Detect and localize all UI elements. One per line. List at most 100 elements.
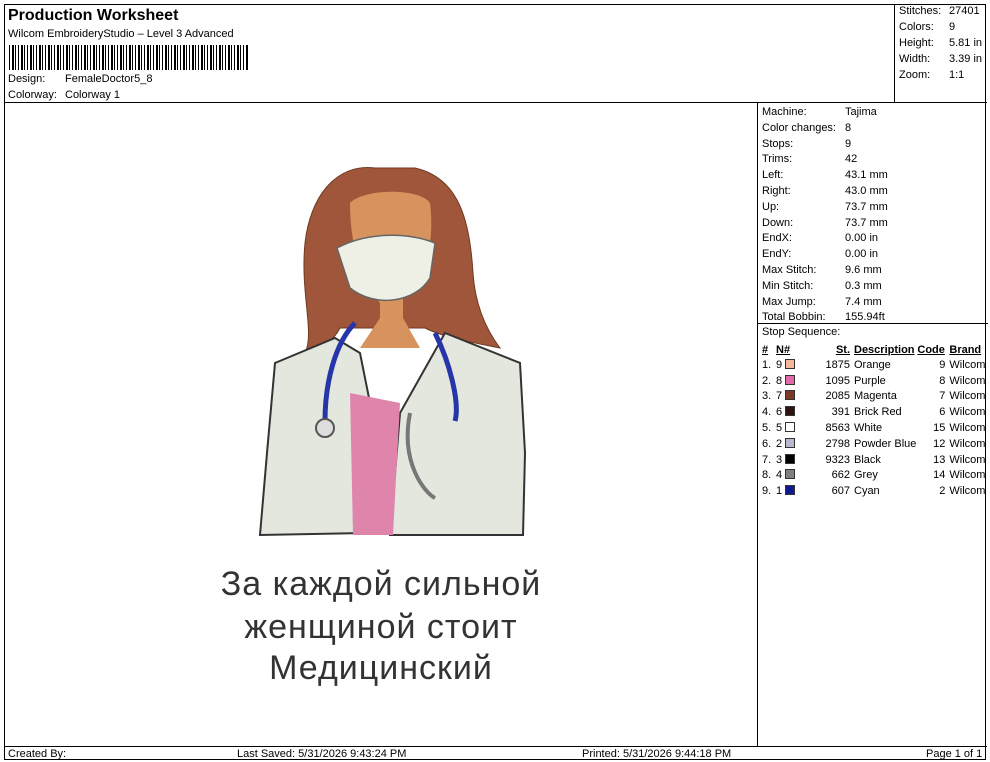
machine-info-row: Stops: 9 [762,138,851,150]
machine-info-row: Max Stitch: 9.6 mm [762,264,882,276]
design-label: Design: [8,73,46,85]
machine-info-label: Total Bobbin: [762,311,826,324]
stop-brand: Wilcom [949,390,986,403]
stop-num: 1. [762,358,772,371]
color-swatch [785,390,796,401]
stop-num: 8. [762,469,772,482]
stop-description: Orange [854,358,891,371]
stop-needle: 3 [776,452,810,468]
machine-info-value: 0.3 mm [845,279,882,292]
machine-info-row: EndY: 0.00 in [762,248,878,260]
machine-info-panel: Machine: Tajima Color changes: 8 Stops: 9 Trim… [757,103,988,746]
machine-info-value: 9 [845,137,852,150]
machine-info-row: Left: 43.1 mm [762,169,888,181]
machine-info-row: Color changes: 8 [762,122,851,134]
stop-code: 8 [939,374,946,387]
worksheet-header: Production Worksheet Wilcom EmbroiderySt… [5,5,895,103]
stop-sequence-title: Stop Sequence: [758,323,988,338]
stop-stitches: 662 [831,469,850,482]
design-stats: Stitches: 27401 Colors: 9 Height: 5.81 in W… [895,5,987,103]
color-swatch [785,422,796,433]
stop-needle: 2 [776,436,810,452]
col-needle: N# [776,343,791,356]
machine-info-value: 9.6 mm [845,264,882,276]
last-saved: Last Saved: 5/31/2026 9:43:24 PM [237,748,407,760]
stop-brand: Wilcom [949,406,986,419]
machine-info-value: 42 [845,153,858,166]
stop-code: 2 [939,485,946,498]
page-number: Page 1 of 1 [926,748,983,760]
stop-description: Powder Blue [854,437,917,450]
stat-height: Height: 5.81 in [899,37,983,49]
stop-brand: Wilcom [949,453,986,466]
col-brand: Brand [949,343,982,356]
stop-row: 5. 5 8563 White 15 Wilcom [762,420,986,436]
stop-row: 2. 8 1095 Purple 8 Wilcom [762,373,986,389]
stop-description: Magenta [854,390,897,403]
stop-needle: 7 [776,389,810,405]
shirt [350,393,400,535]
stop-row: 3. 7 2085 Magenta 7 Wilcom [762,389,986,405]
stop-sequence-table: # N# St. Description Code Brand 1. 9 1875… [762,342,986,499]
barcode [9,45,249,70]
stop-description: White [854,422,883,435]
stop-description: Purple [854,374,886,387]
stop-brand: Wilcom [949,469,986,482]
stop-stitches: 2085 [825,390,850,403]
col-code: Code [917,343,945,356]
machine-info-value: 0.00 in [845,232,879,245]
machine-info-label: Left: [762,169,784,182]
stop-code: 6 [939,406,946,419]
color-swatch [785,406,796,417]
stop-brand: Wilcom [949,358,986,371]
stop-stitches: 391 [831,406,850,419]
stop-code: 9 [939,358,946,371]
machine-info-row: Total Bobbin: 155.94ft [762,311,885,323]
colorway-row: Colorway: Colorway 1 [8,89,120,101]
worksheet-frame: Production Worksheet Wilcom EmbroiderySt… [4,4,988,761]
stop-num: 9. [762,485,772,498]
stop-stitches: 2798 [825,437,850,450]
stop-code: 7 [939,390,946,403]
stop-needle: 8 [776,373,810,389]
machine-info-row: Min Stitch: 0.3 mm [762,280,882,292]
machine-info-value: 7.4 mm [845,295,882,308]
machine-info-value: 73.7 mm [845,216,888,229]
stop-description: Grey [854,469,878,482]
stop-row: 4. 6 391 Brick Red 6 Wilcom [762,404,986,420]
stop-num: 4. [762,406,772,419]
machine-info-row: Down: 73.7 mm [762,217,888,229]
stop-row: 7. 3 9323 Black 13 Wilcom [762,452,986,468]
color-swatch [785,374,796,385]
col-description: Description [854,343,915,356]
stop-num: 3. [762,390,772,403]
machine-info-label: Right: [762,185,791,197]
stop-description: Brick Red [854,406,902,419]
color-swatch [785,469,796,480]
stop-sequence-header: # N# St. Description Code Brand [762,342,986,357]
stop-row: 6. 2 2798 Powder Blue 12 Wilcom [762,436,986,452]
col-stitches: St. [835,343,850,356]
color-swatch [785,485,796,496]
software-name: Wilcom EmbroideryStudio – Level 3 Advanc… [8,28,234,40]
embroidery-illustration [258,167,527,537]
stop-brand: Wilcom [949,485,986,498]
machine-info-row: EndX: 0.00 in [762,232,878,244]
stat-zoom: Zoom: 1:1 [899,69,965,81]
stat-colors: Colors: 9 [899,21,956,33]
coat-right [388,331,527,536]
worksheet-footer: Created By: Last Saved: 5/31/2026 9:43:2… [5,746,987,761]
colorway-label: Colorway: [8,89,57,101]
stethoscope-chestpiece [315,418,335,438]
col-num: # [762,343,769,356]
stop-num: 6. [762,437,772,450]
stop-brand: Wilcom [949,422,986,435]
stop-stitches: 9323 [825,453,850,466]
machine-info-label: Max Stitch: [762,264,817,276]
machine-info-row: Max Jump: 7.4 mm [762,296,882,308]
machine-info-label: Down: [762,216,794,229]
design-row: Design: FemaleDoctor5_8 [8,73,152,85]
stop-row: 1. 9 1875 Orange 9 Wilcom [762,357,986,373]
stop-code: 13 [933,453,946,466]
machine-info-label: Trims: [762,153,793,166]
